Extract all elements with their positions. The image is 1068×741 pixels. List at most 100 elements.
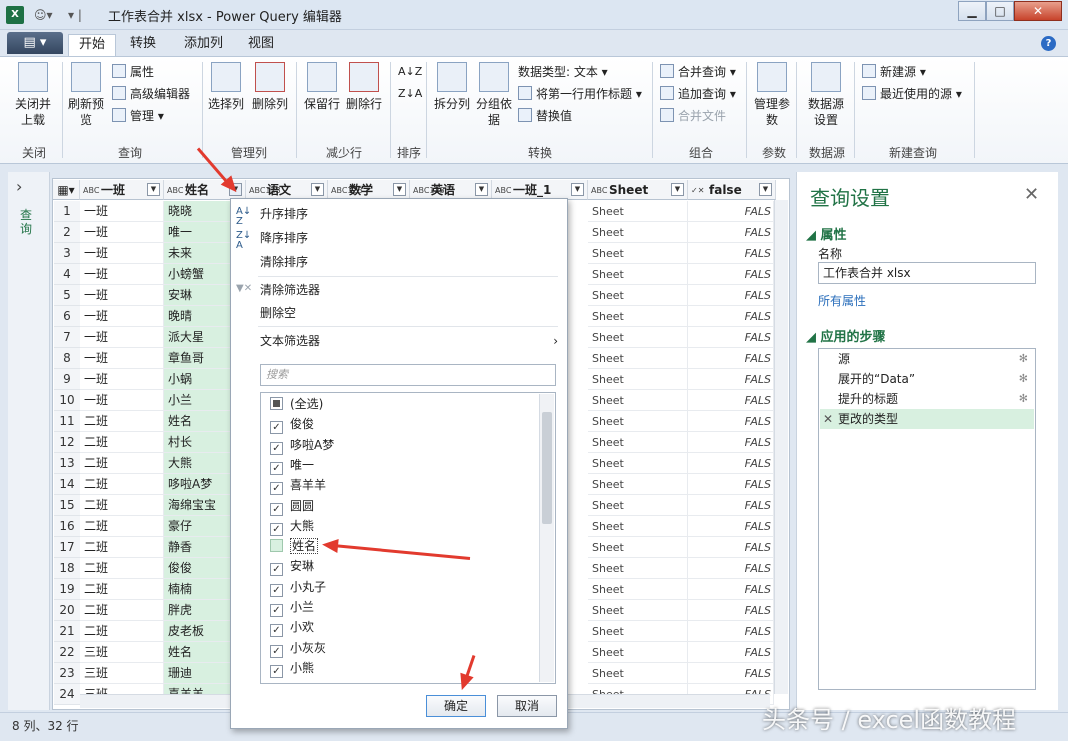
table-cell-sheet[interactable]: Sheet <box>588 348 688 369</box>
row-number[interactable]: 4 <box>54 264 80 285</box>
table-cell[interactable]: 三班 <box>80 663 164 684</box>
smiley-feedback-icon[interactable]: ☺▾ <box>34 6 54 24</box>
column-type-icon[interactable]: ABC <box>591 187 609 195</box>
remove-rows-button[interactable]: 删除行 <box>346 62 382 112</box>
filter-list-scrollbar[interactable] <box>539 394 554 682</box>
table-cell-false[interactable]: FALS <box>688 222 774 243</box>
sort-ascending-item[interactable]: 升序排序 <box>260 204 308 224</box>
applied-step[interactable]: 源 ✻ <box>820 349 1034 369</box>
table-cell-sheet[interactable]: Sheet <box>588 390 688 411</box>
step-settings-gear-icon[interactable]: ✻ <box>1019 349 1028 369</box>
filter-dropdown-icon[interactable]: ▼ <box>759 183 772 196</box>
filter-search-input[interactable]: 搜索 <box>260 364 556 386</box>
table-cell-sheet[interactable]: Sheet <box>588 411 688 432</box>
table-cell-sheet[interactable]: Sheet <box>588 621 688 642</box>
sort-descending-ribbon-icon[interactable]: Z↓A <box>398 84 422 104</box>
filter-dropdown-icon[interactable]: ▼ <box>311 183 324 196</box>
column-header[interactable]: ABC 一班_1 ▼ <box>492 180 588 200</box>
maximize-button[interactable]: □ <box>986 1 1014 21</box>
table-cell[interactable]: 一班 <box>80 222 164 243</box>
group-by-button[interactable]: 分组依据 <box>476 62 512 128</box>
checkbox-icon[interactable]: ✓ <box>270 441 283 455</box>
quick-access-dropdown-icon[interactable]: ▾ | <box>68 6 98 24</box>
table-cell-sheet[interactable]: Sheet <box>588 453 688 474</box>
table-cell-false[interactable]: FALS <box>688 327 774 348</box>
filter-value-item[interactable]: ✓ 小欢 <box>270 617 314 638</box>
table-cell-sheet[interactable]: Sheet <box>588 327 688 348</box>
row-number[interactable]: 24 <box>54 684 80 705</box>
help-icon[interactable]: ? <box>1041 36 1056 51</box>
step-settings-gear-icon[interactable]: ✻ <box>1019 369 1028 389</box>
checkbox-icon[interactable]: ✓ <box>270 522 283 536</box>
table-cell-false[interactable]: FALS <box>688 516 774 537</box>
checkbox-icon[interactable]: ✓ <box>270 461 283 475</box>
filter-value-item[interactable]: 姓名 <box>270 536 319 556</box>
datasource-settings-button[interactable]: 数据源设置 <box>804 62 848 128</box>
table-cell-false[interactable]: FALS <box>688 453 774 474</box>
sort-ascending-ribbon-icon[interactable]: A↓Z <box>398 62 422 82</box>
row-number[interactable]: 7 <box>54 327 80 348</box>
minimize-button[interactable]: ▁ <box>958 1 986 21</box>
row-number[interactable]: 10 <box>54 390 80 411</box>
filter-value-item[interactable]: (全选) <box>270 394 323 414</box>
row-number[interactable]: 18 <box>54 558 80 579</box>
column-header[interactable]: ✓✕ false ▼ <box>688 180 776 200</box>
table-cell[interactable]: 一班 <box>80 285 164 306</box>
row-number[interactable]: 12 <box>54 432 80 453</box>
close-and-load-button[interactable]: 关闭并上载 <box>10 62 56 128</box>
expand-queries-chevron-icon[interactable]: › <box>16 177 22 196</box>
filter-value-item[interactable]: ✓ 小灰灰 <box>270 638 326 658</box>
table-cell-false[interactable]: FALS <box>688 306 774 327</box>
remove-columns-button[interactable]: 删除列 <box>252 62 288 112</box>
table-cell-sheet[interactable]: Sheet <box>588 201 688 222</box>
merge-queries-button[interactable]: 合并查询 ▾ <box>660 62 736 82</box>
queries-pane-label[interactable]: 查询 <box>20 208 34 236</box>
filter-value-item[interactable]: ✓ 俊俊 <box>270 414 314 435</box>
filter-value-item[interactable]: ✓ 喜羊羊 <box>270 475 326 496</box>
table-cell-false[interactable]: FALS <box>688 243 774 264</box>
row-number[interactable]: 15 <box>54 495 80 516</box>
table-cell-sheet[interactable]: Sheet <box>588 264 688 285</box>
checkbox-icon[interactable]: ✓ <box>270 502 283 516</box>
checkbox-icon[interactable]: ✓ <box>270 583 283 597</box>
checkbox-icon[interactable]: ✓ <box>270 482 283 496</box>
table-cell-false[interactable]: FALS <box>688 432 774 453</box>
table-cell[interactable]: 一班 <box>80 327 164 348</box>
row-number[interactable]: 3 <box>54 243 80 264</box>
tab-home[interactable]: 开始 <box>68 34 117 56</box>
row-number[interactable]: 16 <box>54 516 80 537</box>
all-properties-link[interactable]: 所有属性 <box>818 292 866 309</box>
row-number[interactable]: 17 <box>54 537 80 558</box>
cancel-button[interactable]: 取消 <box>497 695 557 717</box>
sort-descending-item[interactable]: 降序排序 <box>260 228 308 248</box>
table-cell-false[interactable]: FALS <box>688 495 774 516</box>
table-cell-sheet[interactable]: Sheet <box>588 306 688 327</box>
close-window-button[interactable]: ✕ <box>1014 1 1062 21</box>
data-type-dropdown[interactable]: 数据类型: 文本 ▾ <box>518 62 608 82</box>
row-number[interactable]: 14 <box>54 474 80 495</box>
table-cell[interactable]: 二班 <box>80 537 164 558</box>
column-type-icon[interactable]: ABC123 <box>331 187 363 195</box>
step-settings-gear-icon[interactable]: ✻ <box>1019 389 1028 409</box>
checkbox-icon[interactable]: ✓ <box>270 421 283 435</box>
table-cell-false[interactable]: FALS <box>688 411 774 432</box>
table-cell-sheet[interactable]: Sheet <box>588 516 688 537</box>
checkbox-icon[interactable]: ✓ <box>270 624 283 638</box>
table-cell-sheet[interactable]: Sheet <box>588 495 688 516</box>
table-cell-sheet[interactable]: Sheet <box>588 285 688 306</box>
table-cell-false[interactable]: FALS <box>688 264 774 285</box>
row-number[interactable]: 13 <box>54 453 80 474</box>
table-cell-false[interactable]: FALS <box>688 663 774 684</box>
table-cell-sheet[interactable]: Sheet <box>588 579 688 600</box>
properties-section-header[interactable]: ◢ 属性 <box>806 224 847 243</box>
column-type-icon[interactable]: ABC <box>167 187 185 195</box>
row-number[interactable]: 8 <box>54 348 80 369</box>
choose-columns-button[interactable]: 选择列 <box>208 62 244 112</box>
remove-empty-item[interactable]: 删除空 <box>260 303 296 323</box>
table-cell[interactable]: 一班 <box>80 306 164 327</box>
table-cell-sheet[interactable]: Sheet <box>588 222 688 243</box>
filter-dropdown-icon[interactable]: ▼ <box>393 183 406 196</box>
tab-transform[interactable]: 转换 <box>120 34 166 56</box>
keep-rows-button[interactable]: 保留行 <box>304 62 340 112</box>
table-cell-sheet[interactable]: Sheet <box>588 474 688 495</box>
